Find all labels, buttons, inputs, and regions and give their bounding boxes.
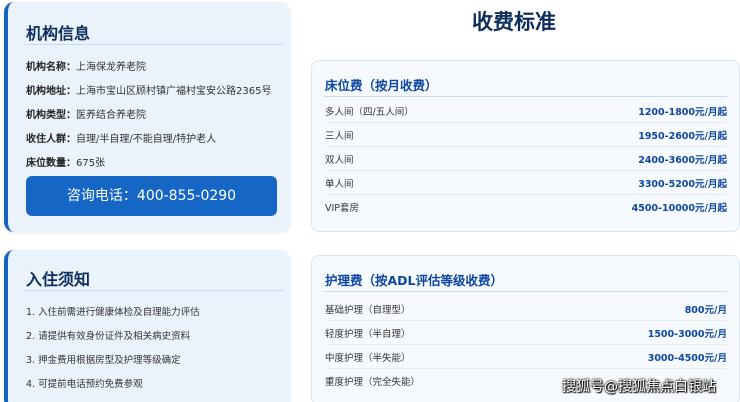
room-type: 单人间: [325, 179, 354, 190]
room-price: 4500-10000元/月起: [631, 203, 727, 214]
bed-fee-title: 床位费（按月收费）: [325, 78, 438, 93]
bed-fee-card: 床位费（按月收费） 多人间（四/五人间） 1200-1800元/月起 三人间 1…: [311, 60, 740, 232]
room-price: 3300-5200元/月起: [638, 179, 727, 190]
fee-row: 轻度护理（半自理） 1500-3000元/月: [325, 321, 727, 345]
care-level: 轻度护理（半自理）: [325, 329, 411, 340]
room-type: 双人间: [325, 155, 354, 166]
care-price: 800元/月: [684, 305, 727, 316]
consult-phone-button[interactable]: 咨询电话：400-855-0290: [26, 176, 277, 216]
org-info-title: 机构信息: [26, 24, 91, 43]
room-price: 2400-3600元/月起: [638, 155, 727, 166]
notice-item: 2. 请提供有效身份证件及相关病史资料: [26, 331, 191, 342]
org-residents-value: 自理/半自理/不能自理/特护老人: [76, 134, 217, 145]
care-price: 1500-3000元/月: [647, 329, 727, 340]
fee-standard-title: 收费标准: [472, 10, 556, 34]
org-type-row: 机构类型：医养结合养老院: [26, 106, 146, 121]
org-type-key: 机构类型：: [26, 110, 76, 121]
org-name-row: 机构名称：上海保龙养老院: [26, 58, 146, 73]
org-residents-key: 收住人群：: [26, 134, 76, 145]
notice-title: 入住须知: [26, 270, 91, 289]
fee-row: 单人间 3300-5200元/月起: [325, 171, 727, 195]
admission-notice-card: 入住须知 1. 入住前需进行健康体检及自理能力评估 2. 请提供有效身份证件及相…: [4, 250, 290, 402]
care-fee-title: 护理费（按ADL评估等级收费）: [325, 273, 504, 288]
room-type: 三人间: [325, 131, 354, 142]
source-watermark: 搜狐号@搜狐焦点白银站: [562, 379, 716, 395]
org-address-row: 机构地址：上海市宝山区顾村镇广福村宝安公路2365号: [26, 82, 271, 97]
org-beds-row: 床位数量：675张: [26, 154, 105, 169]
divider: [324, 96, 727, 97]
care-level: 中度护理（半失能）: [325, 353, 411, 364]
room-type: 多人间（四/五人间）: [325, 107, 414, 118]
care-level: 基础护理（自理型）: [325, 305, 411, 316]
fee-row: 中度护理（半失能） 3000-4500元/月: [325, 345, 727, 369]
org-info-card: 机构信息 机构名称：上海保龙养老院 机构地址：上海市宝山区顾村镇广福村宝安公路2…: [4, 2, 290, 232]
org-name-value: 上海保龙养老院: [76, 62, 146, 73]
fee-row: VIP套房 4500-10000元/月起: [325, 195, 727, 219]
fee-row: 双人间 2400-3600元/月起: [325, 147, 727, 171]
divider: [24, 44, 284, 45]
org-beds-value: 675张: [76, 158, 106, 169]
care-level: 重度护理（完全失能）: [325, 377, 421, 388]
org-name-key: 机构名称：: [26, 62, 76, 73]
notice-item: 1. 入住前需进行健康体检及自理能力评估: [26, 307, 200, 318]
room-type: VIP套房: [325, 203, 360, 214]
divider: [324, 291, 727, 292]
notice-item: 4. 可提前电话预约免费参观: [26, 379, 143, 390]
org-address-value: 上海市宝山区顾村镇广福村宝安公路2365号: [76, 86, 272, 97]
org-beds-key: 床位数量：: [26, 158, 76, 169]
fee-row: 基础护理（自理型） 800元/月: [325, 297, 727, 321]
care-price: 3000-4500元/月: [647, 353, 727, 364]
org-address-key: 机构地址：: [26, 86, 76, 97]
org-residents-row: 收住人群：自理/半自理/不能自理/特护老人: [26, 130, 216, 145]
divider: [24, 290, 284, 291]
room-price: 1950-2600元/月起: [638, 131, 727, 142]
fee-row: 三人间 1950-2600元/月起: [325, 123, 727, 147]
room-price: 1200-1800元/月起: [638, 107, 727, 118]
org-type-value: 医养结合养老院: [76, 110, 146, 121]
notice-item: 3. 押金费用根据房型及护理等级确定: [26, 355, 181, 366]
fee-row: 多人间（四/五人间） 1200-1800元/月起: [325, 99, 727, 123]
